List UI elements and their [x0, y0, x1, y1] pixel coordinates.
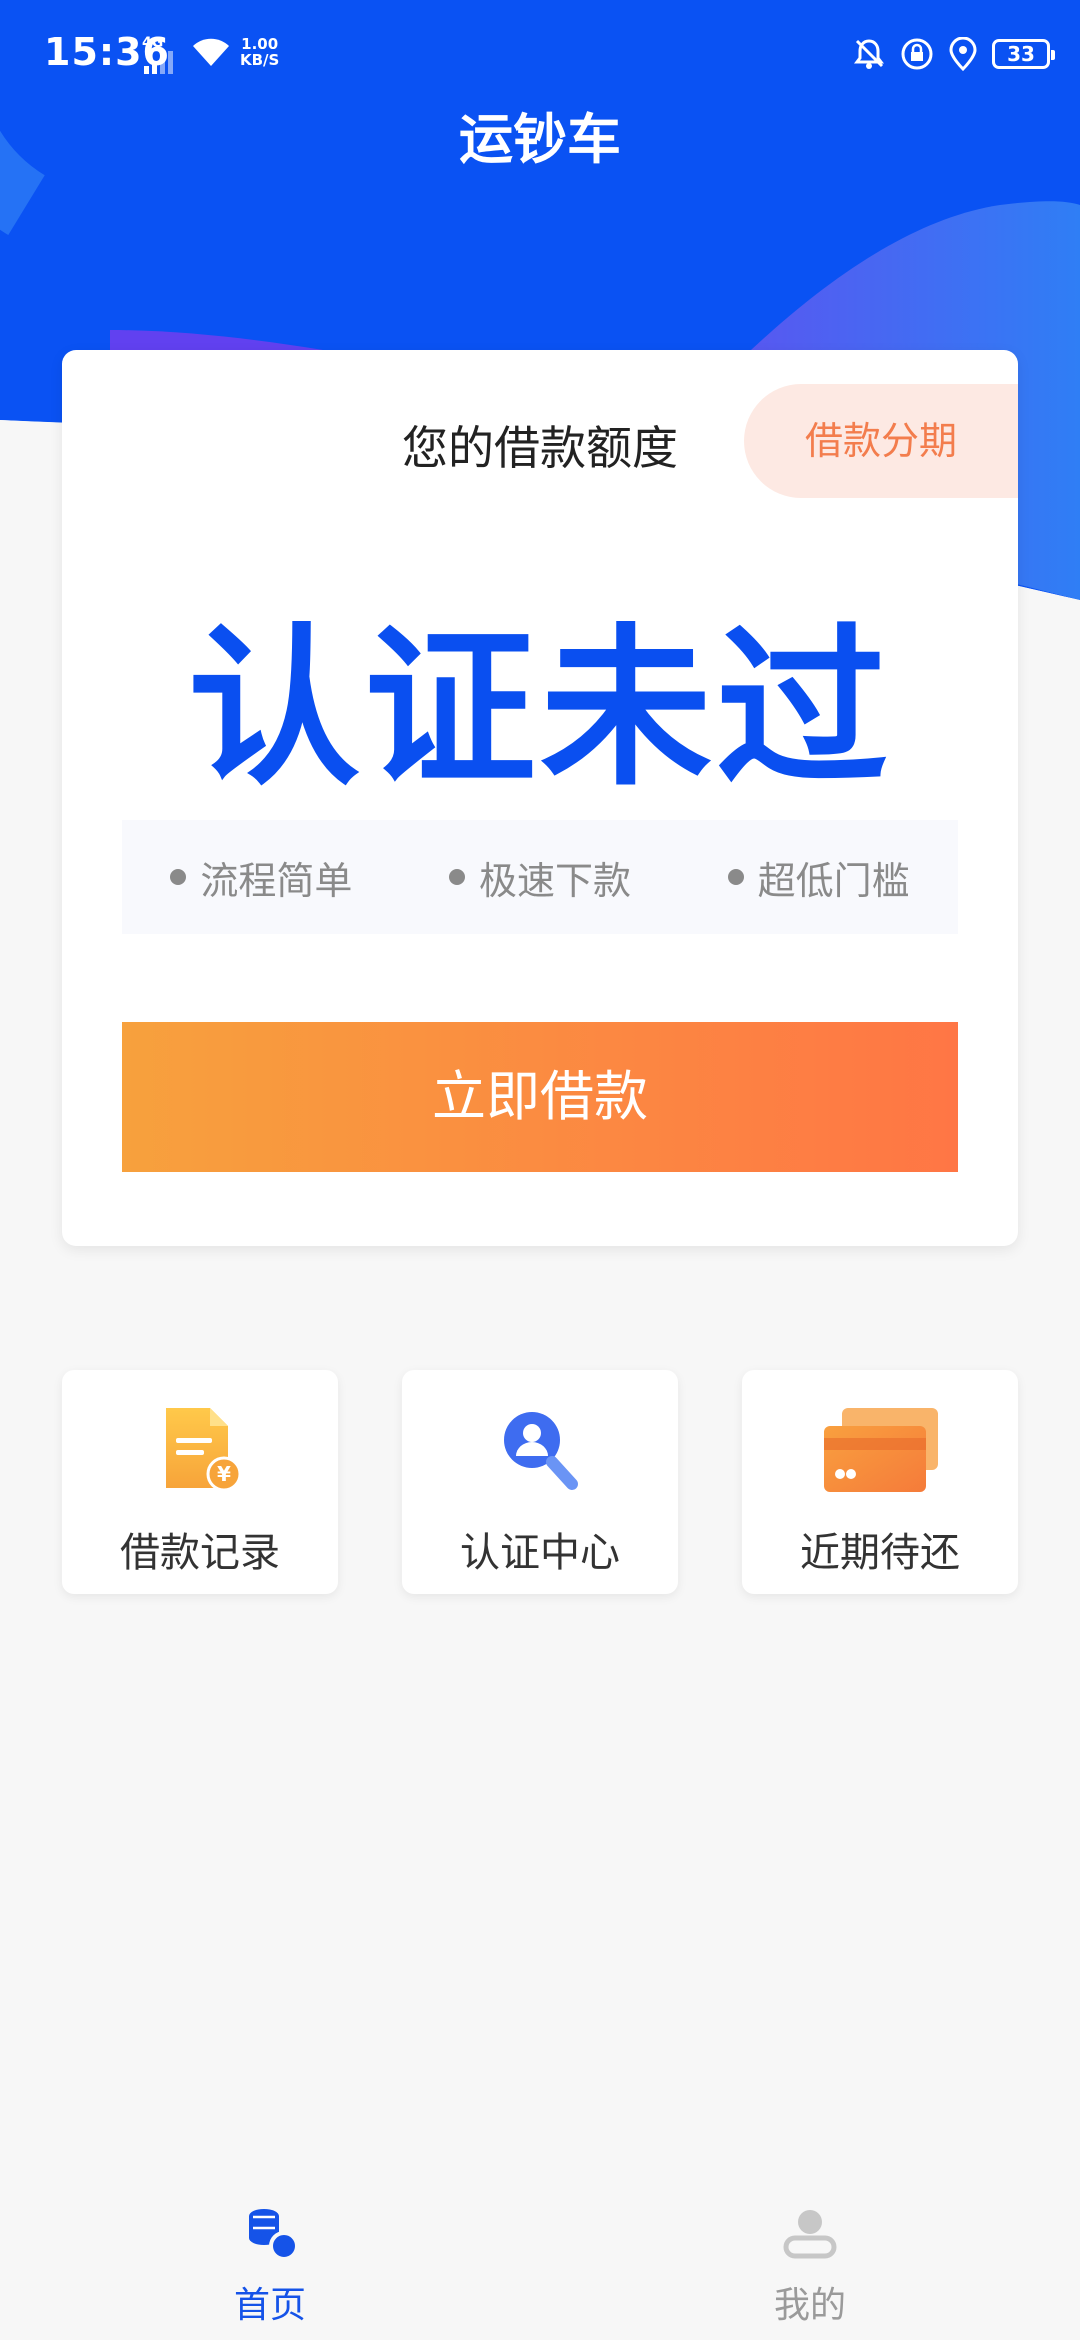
nav-mine[interactable]: 我的: [660, 2204, 960, 2334]
user-icon: [783, 2210, 837, 2259]
verification-status: 认证未过: [188, 608, 892, 809]
borrow-now-button[interactable]: 立即借款: [122, 1022, 958, 1172]
verification-icon: [504, 1412, 578, 1490]
function-tiles: ¥ 借款记录 认证中心 近期待还: [62, 1370, 1018, 1594]
feature-item: 超低门槛: [727, 850, 910, 905]
nav-home[interactable]: 首页: [120, 2204, 420, 2334]
tile-upcoming-repayment[interactable]: 近期待还: [742, 1370, 1018, 1594]
bullet-icon: [448, 869, 465, 885]
feature-list: 流程简单 极速下款 超低门槛: [122, 820, 958, 934]
mute-bell-icon: [854, 39, 884, 69]
network-type: 4G: [142, 35, 164, 51]
feature-item: 流程简单: [170, 850, 352, 905]
tile-label: 认证中心: [460, 1530, 620, 1576]
network-indicator: 4G: [142, 36, 182, 74]
bottom-nav: 首页 我的: [0, 2180, 1080, 2340]
home-coins-icon: [249, 2209, 299, 2261]
signal-icon: [144, 51, 173, 74]
feature-item: 极速下款: [448, 850, 631, 905]
feature-label: 流程简单: [200, 858, 353, 903]
speed-value: 1.00: [241, 35, 279, 53]
feature-label: 超低门槛: [757, 858, 910, 903]
tile-verification-center[interactable]: 认证中心: [402, 1370, 678, 1594]
bullet-icon: [170, 869, 187, 885]
feature-label: 极速下款: [478, 858, 631, 903]
loan-card: 您的借款额度 借款分期 认证未过 流程简单 极速下款 超低门槛 立即借款: [62, 350, 1018, 1246]
battery-indicator: 33: [992, 39, 1055, 69]
nav-label: 首页: [233, 2285, 306, 2326]
app-title: 运钞车: [459, 108, 621, 171]
nav-label: 我的: [773, 2285, 846, 2326]
status-icons: 33: [852, 34, 1055, 74]
cards-icon: [824, 1408, 938, 1492]
wifi-icon: [193, 38, 229, 66]
tile-label: 近期待还: [800, 1530, 960, 1576]
tile-label: 借款记录: [120, 1530, 280, 1576]
installment-button[interactable]: 借款分期: [744, 384, 1018, 498]
bullet-icon: [727, 869, 744, 885]
lock-rotation-icon: [901, 38, 933, 70]
tile-loan-record[interactable]: ¥ 借款记录: [62, 1370, 338, 1594]
app-screen: 15:36 4G 1.00 KB/S 33 运钞车 您的借款额度 借款分期 认证…: [0, 0, 1080, 2340]
network-speed: 1.00 KB/S: [240, 36, 279, 68]
loan-record-icon: ¥: [166, 1408, 242, 1492]
location-icon: [949, 37, 977, 71]
svg-text:¥: ¥: [217, 1462, 231, 1486]
status-bar: 15:36 4G 1.00 KB/S 33: [0, 0, 1080, 110]
speed-unit: KB/S: [240, 51, 280, 69]
